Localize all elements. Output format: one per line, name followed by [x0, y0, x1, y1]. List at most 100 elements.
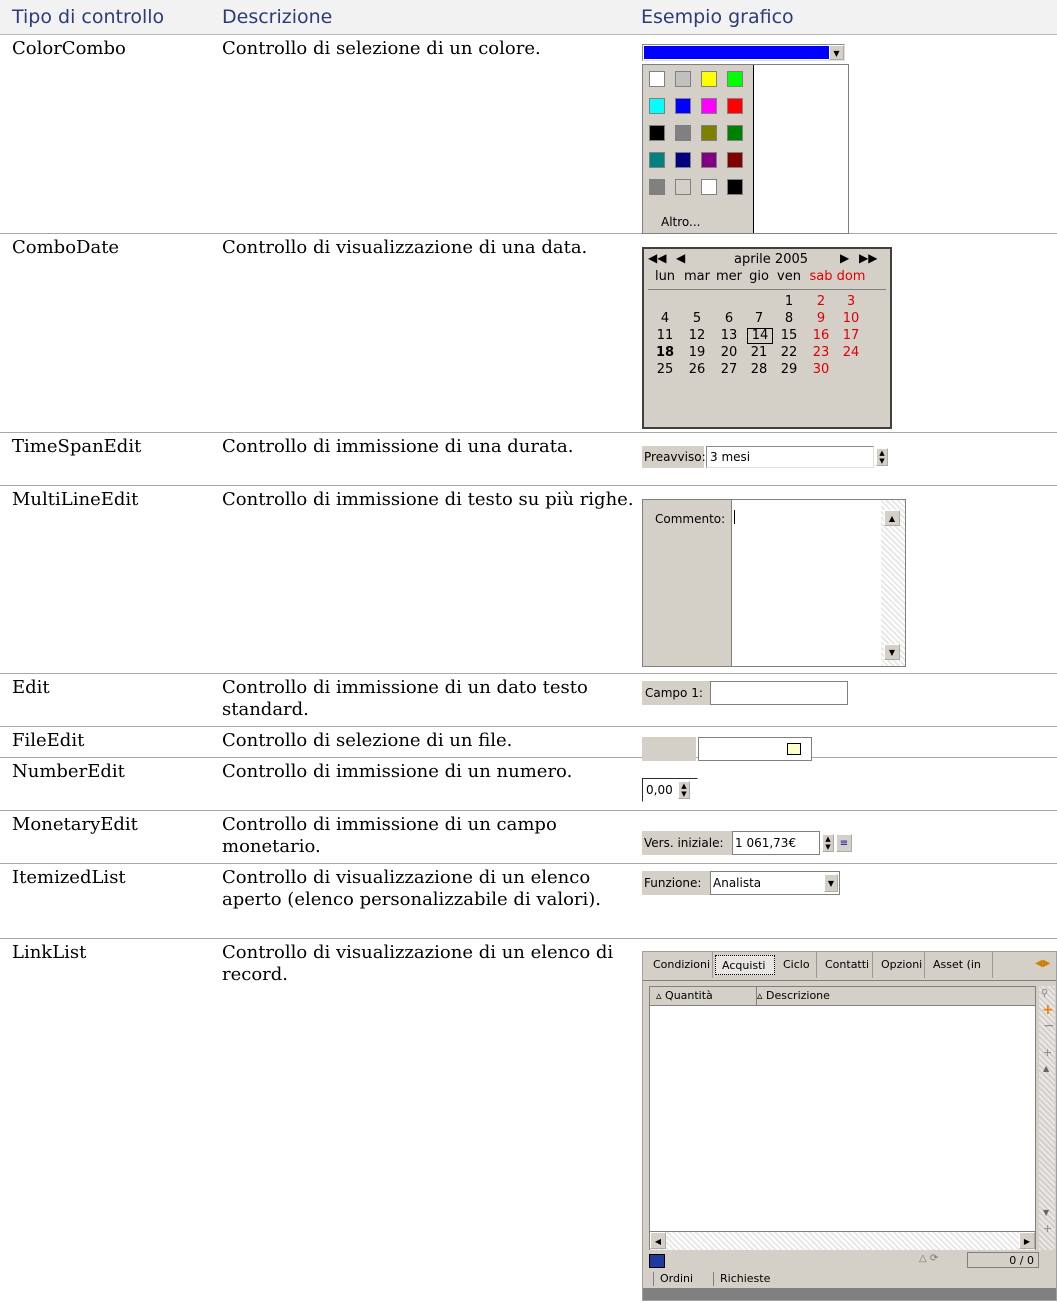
timespan-input[interactable]: 3 mesi: [706, 446, 874, 468]
calendar-day[interactable]: 11: [653, 328, 677, 343]
calendar-day[interactable]: 28: [747, 362, 771, 377]
color-swatch[interactable]: [701, 98, 717, 114]
color-swatch[interactable]: [727, 152, 743, 168]
tab-condizioni[interactable]: Condizioni: [647, 952, 713, 978]
calendar-day[interactable]: 13: [717, 328, 741, 343]
tab-scroll-arrows-icon[interactable]: ◀▶: [1035, 958, 1050, 969]
calendar-day[interactable]: 5: [685, 311, 709, 326]
itemized-select[interactable]: Analista ▼: [710, 871, 840, 895]
calendar-day[interactable]: 10: [839, 311, 863, 326]
currency-icon[interactable]: ≡: [836, 834, 852, 852]
calendar-day[interactable]: 17: [839, 328, 863, 343]
calendar-day[interactable]: 6: [717, 311, 741, 326]
timespan-edit[interactable]: Preavviso: 3 mesi ▲ ▼: [642, 446, 890, 468]
color-swatch[interactable]: [727, 179, 743, 195]
dropdown-button[interactable]: ▼: [829, 45, 844, 60]
list-grid[interactable]: ▵ Quantità ▵ Descrizione ◀ ▶: [649, 986, 1036, 1250]
calendar-day[interactable]: 8: [777, 311, 801, 326]
color-swatch[interactable]: [675, 98, 691, 114]
calendar-day[interactable]: 21: [747, 345, 771, 360]
scroll-down-button[interactable]: ▼: [884, 644, 900, 660]
tab-contatti[interactable]: Contatti: [819, 952, 873, 978]
calendar-day[interactable]: 26: [685, 362, 709, 377]
color-combo[interactable]: ▼ Altro...: [642, 44, 849, 234]
calendar-day[interactable]: 14: [747, 328, 773, 344]
multiline-edit[interactable]: Commento: ▲ ▼: [642, 499, 906, 667]
calendar-day[interactable]: 20: [717, 345, 741, 360]
prev-year-icon[interactable]: ◀◀: [648, 251, 666, 265]
number-edit[interactable]: 0,00 ▲ ▼: [642, 778, 712, 802]
vertical-scrollbar[interactable]: ▲ ▼: [881, 500, 905, 666]
color-swatch[interactable]: [727, 98, 743, 114]
color-swatch[interactable]: [701, 71, 717, 87]
calendar-day[interactable]: 1: [777, 294, 801, 309]
calendar-day[interactable]: 29: [777, 362, 801, 377]
remove-icon[interactable]: −: [1043, 1018, 1055, 1034]
color-swatch[interactable]: [727, 125, 743, 141]
calendar-day[interactable]: 27: [717, 362, 741, 377]
bottom-tab-richieste[interactable]: Richieste: [713, 1272, 776, 1286]
add-icon[interactable]: +: [1042, 1002, 1054, 1018]
calendar-day[interactable]: 4: [653, 311, 677, 326]
color-swatch[interactable]: [675, 179, 691, 195]
color-swatch[interactable]: [701, 152, 717, 168]
edit-input[interactable]: [710, 681, 848, 705]
color-swatch[interactable]: [675, 152, 691, 168]
calendar-day[interactable]: 16: [809, 328, 833, 343]
folder-icon[interactable]: [787, 743, 801, 755]
color-swatch[interactable]: [649, 125, 665, 141]
calendar-day[interactable]: 22: [777, 345, 801, 360]
next-year-icon[interactable]: ▶▶: [859, 251, 877, 265]
monetary-spin-button[interactable]: ▲ ▼: [822, 834, 834, 852]
calendar-day[interactable]: 24: [839, 345, 863, 360]
bottom-tab-ordini[interactable]: Ordini: [653, 1272, 699, 1286]
monetary-edit[interactable]: Vers. iniziale: 1 061,73€ ▲ ▼ ≡: [642, 831, 858, 855]
calendar-day[interactable]: 7: [747, 311, 771, 326]
calendar-day[interactable]: 15: [777, 328, 801, 343]
monetary-input[interactable]: 1 061,73€: [732, 831, 820, 855]
color-swatch[interactable]: [649, 71, 665, 87]
chevron-down-icon[interactable]: ▼: [824, 874, 838, 892]
file-edit[interactable]: [642, 737, 812, 761]
horizontal-scrollbar[interactable]: ◀ ▶: [650, 1231, 1035, 1250]
prev-month-icon[interactable]: ◀: [676, 251, 685, 265]
calendar-day[interactable]: 30: [809, 362, 833, 377]
sort-icon[interactable]: △ ⟳: [919, 1253, 938, 1264]
color-swatch[interactable]: [675, 125, 691, 141]
link-list[interactable]: Condizioni Acquisti Ciclo Contatti Opzioni As…: [642, 951, 1057, 1301]
scroll-right-button[interactable]: ▶: [1019, 1232, 1035, 1249]
color-swatch[interactable]: [649, 179, 665, 195]
calendar-day[interactable]: 23: [809, 345, 833, 360]
calendar-day[interactable]: 9: [809, 311, 833, 326]
text-edit[interactable]: Campo 1:: [642, 681, 850, 705]
calendar-day[interactable]: 19: [685, 345, 709, 360]
calendar-day[interactable]: 12: [685, 328, 709, 343]
calendar-day[interactable]: 18: [653, 345, 677, 360]
color-swatch[interactable]: [649, 98, 665, 114]
multiline-textarea[interactable]: [731, 500, 882, 666]
tab-opzioni[interactable]: Opzioni: [875, 952, 925, 978]
scroll-left-button[interactable]: ◀: [650, 1232, 666, 1249]
collapse-icon[interactable]: +: [1043, 1222, 1052, 1235]
combo-date-calendar[interactable]: ◀◀ ◀ aprile 2005 ▶ ▶▶ lun mar mer gio ven sab…: [642, 247, 892, 429]
number-spin-button[interactable]: ▲ ▼: [678, 781, 690, 799]
tab-asset-in-le[interactable]: Asset (in le: [927, 952, 993, 997]
color-swatch[interactable]: [675, 71, 691, 87]
spin-button[interactable]: ▲ ▼: [876, 448, 888, 466]
tab-ciclo[interactable]: Ciclo: [777, 952, 817, 978]
next-month-icon[interactable]: ▶: [840, 251, 849, 265]
calculator-icon[interactable]: [649, 1254, 665, 1268]
calendar-day[interactable]: 25: [653, 362, 677, 377]
calendar-day[interactable]: 3: [839, 294, 863, 309]
column-header-description[interactable]: ▵ Descrizione: [751, 987, 957, 1005]
scroll-up-button[interactable]: ▲: [884, 510, 900, 526]
tab-acquisti[interactable]: Acquisti: [715, 955, 775, 975]
scroll-up-icon[interactable]: ▲: [1043, 1064, 1049, 1073]
search-icon[interactable]: ⚲: [1041, 988, 1048, 999]
color-combo-field[interactable]: ▼: [642, 44, 845, 61]
color-swatch[interactable]: [701, 179, 717, 195]
color-swatch[interactable]: [727, 71, 743, 87]
file-input[interactable]: [698, 737, 812, 761]
other-colors-button[interactable]: Altro...: [661, 215, 701, 229]
itemized-list[interactable]: Funzione: Analista ▼: [642, 871, 840, 895]
